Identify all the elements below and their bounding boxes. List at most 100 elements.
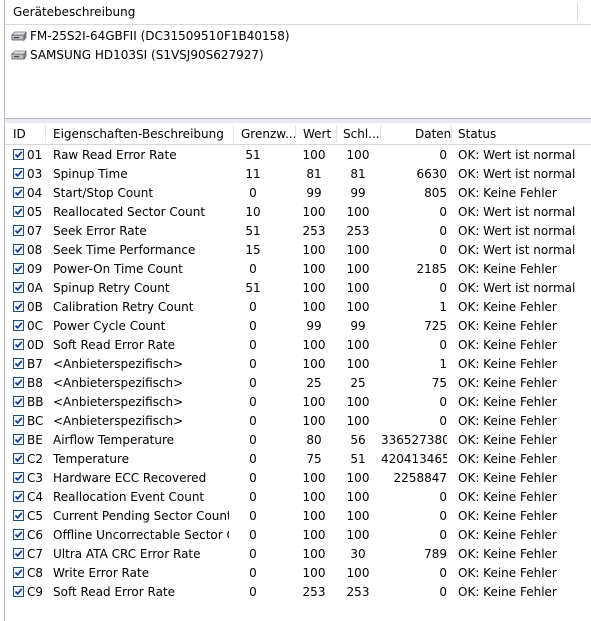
row-checkbox[interactable]: [13, 396, 24, 407]
table-row[interactable]: C6 Offline Uncorrectable Sector C... 0 100 1…: [5, 526, 591, 545]
checkmark-icon: [14, 531, 23, 539]
table-row[interactable]: C3 Hardware ECC Recovered 0 100 100 2258847 OK…: [5, 469, 591, 488]
column-separator[interactable]: [45, 125, 46, 143]
row-checkbox[interactable]: [13, 453, 24, 464]
table-row[interactable]: 09 Power-On Time Count 0 100 100 2185 OK: Kein…: [5, 260, 591, 279]
column-separator[interactable]: [295, 125, 296, 143]
cell-id: BC: [27, 414, 44, 428]
cell-worst: 51: [350, 452, 366, 466]
cell-value: 253: [302, 224, 326, 238]
row-checkbox[interactable]: [13, 187, 24, 198]
cell-description: Current Pending Sector Count: [53, 509, 229, 523]
checkmark-icon: [14, 588, 23, 596]
row-checkbox[interactable]: [13, 586, 24, 597]
column-header-worst[interactable]: Schl...: [343, 127, 381, 141]
row-checkbox[interactable]: [13, 415, 24, 426]
column-separator[interactable]: [233, 125, 234, 143]
cell-id: BE: [27, 433, 43, 447]
row-checkbox[interactable]: [13, 434, 24, 445]
row-checkbox[interactable]: [13, 472, 24, 483]
cell-status: OK: Wert ist normal: [458, 243, 576, 257]
row-checkbox[interactable]: [13, 339, 24, 350]
cell-value: 100: [302, 281, 326, 295]
column-separator[interactable]: [336, 125, 337, 143]
column-header-description[interactable]: Eigenschaften-Beschreibung: [53, 127, 224, 141]
table-row[interactable]: B7 <Anbieterspezifisch> 0 100 100 1 OK: Keine …: [5, 355, 591, 374]
table-row[interactable]: 0C Power Cycle Count 0 99 99 725 OK: Keine Feh…: [5, 317, 591, 336]
row-checkbox[interactable]: [13, 377, 24, 388]
cell-id: 09: [27, 262, 43, 276]
column-separator[interactable]: [451, 125, 452, 143]
cell-description: Airflow Temperature: [53, 433, 175, 447]
table-row[interactable]: C8 Write Error Rate 0 100 100 0 OK: Keine Fehl…: [5, 564, 591, 583]
row-checkbox[interactable]: [13, 491, 24, 502]
table-row[interactable]: 04 Start/Stop Count 0 99 99 805 OK: Keine Fehl…: [5, 184, 591, 203]
row-checkbox[interactable]: [13, 149, 24, 160]
cell-description: <Anbieterspezifisch>: [53, 376, 184, 390]
row-checkbox[interactable]: [13, 244, 24, 255]
column-header-data[interactable]: Daten: [415, 127, 451, 141]
cell-status: OK: Wert ist normal: [458, 281, 576, 295]
row-checkbox[interactable]: [13, 225, 24, 236]
cell-id: C8: [27, 566, 44, 580]
cell-id: 08: [27, 243, 43, 257]
devices-header-label: Gerätebeschreibung: [13, 5, 136, 19]
table-row[interactable]: C7 Ultra ATA CRC Error Rate 0 100 30 789 OK: K…: [5, 545, 591, 564]
cell-threshold: 0: [249, 319, 257, 333]
row-checkbox[interactable]: [13, 548, 24, 559]
column-header-id[interactable]: ID: [13, 127, 26, 141]
table-row[interactable]: BE Airflow Temperature 0 80 56 336527380 OK: K…: [5, 431, 591, 450]
cell-status: OK: Keine Fehler: [458, 471, 557, 485]
device-label: SAMSUNG HD103SI (S1VSJ90S627927): [30, 47, 264, 62]
row-checkbox[interactable]: [13, 529, 24, 540]
cell-id: 03: [27, 167, 43, 181]
row-checkbox[interactable]: [13, 168, 24, 179]
cell-status: OK: Keine Fehler: [458, 395, 557, 409]
table-row[interactable]: BB <Anbieterspezifisch> 0 100 100 0 OK: Keine …: [5, 393, 591, 412]
checkmark-icon: [14, 550, 23, 558]
row-checkbox[interactable]: [13, 510, 24, 521]
cell-data: 1: [439, 357, 447, 371]
column-separator[interactable]: [380, 125, 381, 143]
table-row[interactable]: C9 Soft Read Error Rate 0 253 253 0 OK: Keine …: [5, 583, 591, 602]
table-row[interactable]: C4 Reallocation Event Count 0 100 100 0 OK: Ke…: [5, 488, 591, 507]
row-checkbox[interactable]: [13, 282, 24, 293]
table-row[interactable]: 03 Spinup Time 11 81 81 6630 OK: Wert ist norm…: [5, 165, 591, 184]
cell-description: Soft Read Error Rate: [53, 585, 176, 599]
cell-data: 1: [439, 300, 447, 314]
table-row[interactable]: C5 Current Pending Sector Count 0 100 100 0 OK…: [5, 507, 591, 526]
table-row[interactable]: B8 <Anbieterspezifisch> 0 25 25 75 OK: Keine F…: [5, 374, 591, 393]
table-row[interactable]: 01 Raw Read Error Rate 51 100 100 0 OK: Wert i…: [5, 146, 591, 165]
table-row[interactable]: C2 Temperature 0 75 51 420413465 OK: Keine Feh…: [5, 450, 591, 469]
column-separator[interactable]: [577, 2, 578, 22]
row-checkbox[interactable]: [13, 301, 24, 312]
row-checkbox[interactable]: [13, 206, 24, 217]
table-row[interactable]: 0B Calibration Retry Count 0 100 100 1 OK: Kei…: [5, 298, 591, 317]
table-row[interactable]: 0D Soft Read Error Rate 0 100 100 0 OK: Keine …: [5, 336, 591, 355]
column-header-threshold[interactable]: Grenzw...: [241, 127, 297, 141]
cell-value: 100: [302, 566, 326, 580]
cell-data: 0: [439, 490, 447, 504]
device-item-samsung-hd103si[interactable]: SAMSUNG HD103SI (S1VSJ90S627927): [11, 45, 264, 64]
column-header-status[interactable]: Status: [458, 127, 496, 141]
checkmark-icon: [14, 417, 23, 425]
table-row[interactable]: 08 Seek Time Performance 15 100 100 0 OK: Wert…: [5, 241, 591, 260]
table-row[interactable]: 05 Reallocated Sector Count 10 100 100 0 OK: W…: [5, 203, 591, 222]
cell-worst: 253: [346, 224, 370, 238]
table-row[interactable]: 0A Spinup Retry Count 51 100 100 0 OK: Wert is…: [5, 279, 591, 298]
cell-description: Seek Error Rate: [53, 224, 147, 238]
row-checkbox[interactable]: [13, 567, 24, 578]
table-row[interactable]: 07 Seek Error Rate 51 253 253 0 OK: Wert ist n…: [5, 222, 591, 241]
row-checkbox[interactable]: [13, 358, 24, 369]
row-checkbox[interactable]: [13, 263, 24, 274]
cell-worst: 100: [346, 357, 370, 371]
column-header-value[interactable]: Wert: [303, 127, 331, 141]
checkmark-icon: [14, 569, 23, 577]
devices-header[interactable]: Gerätebeschreibung: [5, 0, 591, 25]
table-row[interactable]: BC <Anbieterspezifisch> 0 100 100 0 OK: Keine …: [5, 412, 591, 431]
row-checkbox[interactable]: [13, 320, 24, 331]
cell-worst: 100: [346, 205, 370, 219]
checkmark-icon: [14, 360, 23, 368]
cell-worst: 99: [350, 319, 366, 333]
device-item-fm-25s2i[interactable]: FM-25S2I-64GBFII (DC31509510F1B40158): [11, 26, 290, 45]
